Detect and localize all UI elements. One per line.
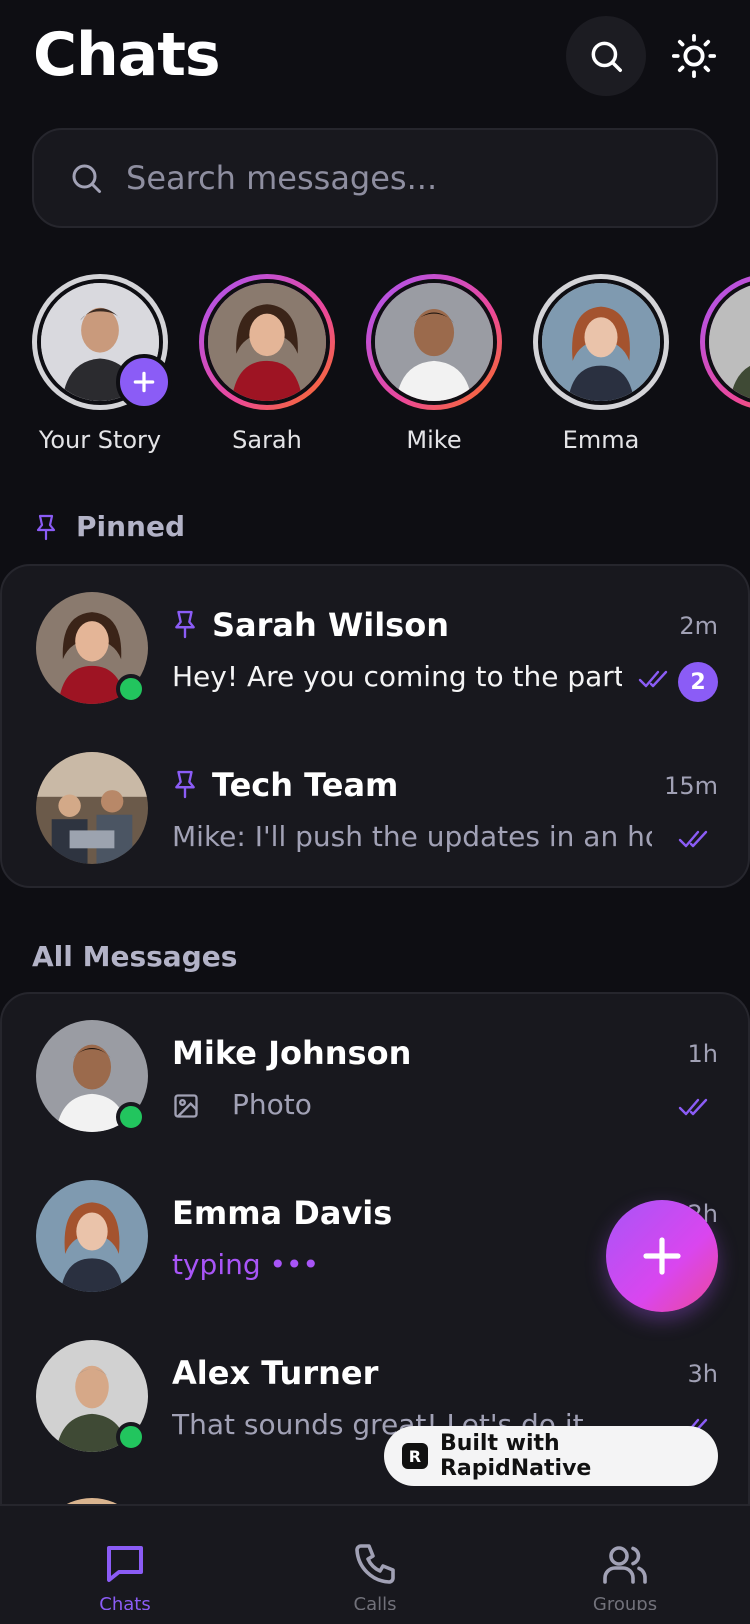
tab-label: Calls	[353, 1594, 397, 1610]
all-messages-section-header: All Messages	[32, 940, 238, 973]
plus-icon	[643, 1237, 681, 1275]
phone-icon	[355, 1544, 395, 1584]
story-your-story[interactable]: Your Story	[30, 274, 172, 454]
read-receipt-icon	[678, 1098, 708, 1116]
online-indicator	[116, 1422, 146, 1452]
header: Chats	[0, 0, 750, 120]
story-ring	[199, 274, 335, 410]
tab-chats[interactable]: Chats	[0, 1506, 250, 1624]
chat-time: 2m	[679, 612, 718, 640]
avatar-image	[208, 283, 326, 401]
story-partial[interactable]: A	[698, 274, 750, 454]
users-icon	[603, 1546, 647, 1584]
read-receipt-icon	[638, 670, 668, 688]
page-title: Chats	[33, 20, 221, 90]
online-indicator	[116, 674, 146, 704]
avatar-image	[36, 1180, 148, 1292]
avatar	[705, 279, 750, 405]
story-ring	[700, 274, 750, 410]
avatar	[204, 279, 330, 405]
story-ring	[533, 274, 669, 410]
story-ring	[32, 274, 172, 410]
new-chat-button[interactable]	[606, 1200, 718, 1312]
avatar	[538, 279, 664, 405]
chat-time: 3h	[687, 1360, 718, 1388]
search-icon	[72, 164, 101, 193]
theme-toggle-button[interactable]	[668, 30, 720, 82]
story-name: Mike	[406, 426, 462, 454]
chat-time: 1h	[687, 1040, 718, 1068]
typing-indicator: typing •••	[172, 1248, 320, 1281]
story-sarah[interactable]: Sarah	[197, 274, 337, 454]
chat-time: 15m	[664, 772, 718, 800]
story-name: A	[698, 426, 750, 454]
chat-row-sarah-wilson[interactable]: Sarah Wilson 2m Hey! Are you coming to t…	[2, 566, 750, 726]
avatar-image	[542, 283, 660, 401]
avatar	[36, 752, 148, 864]
plus-icon	[133, 371, 155, 393]
chat-name: Alex Turner	[172, 1354, 379, 1392]
chat-name: Sarah Wilson	[212, 606, 449, 644]
pinned-section-header: Pinned	[34, 510, 185, 543]
chat-row-mike-johnson[interactable]: Mike Johnson 1h Photo	[2, 994, 750, 1154]
online-indicator	[116, 1102, 146, 1132]
story-name: Emma	[562, 426, 640, 454]
chat-name: Emma Davis	[172, 1194, 393, 1232]
built-with-badge[interactable]: R Built with RapidNative	[384, 1426, 718, 1486]
search-placeholder: Search messages...	[126, 159, 438, 197]
chat-bubble-icon	[107, 1546, 143, 1582]
tab-label: Chats	[99, 1594, 151, 1610]
image-icon	[174, 1094, 198, 1118]
read-receipt-icon	[678, 830, 708, 848]
sun-icon	[671, 33, 717, 79]
pin-icon	[175, 770, 195, 799]
avatar	[371, 279, 497, 405]
pin-icon	[36, 514, 56, 540]
chat-name: Tech Team	[212, 766, 399, 804]
search-button[interactable]	[566, 16, 646, 96]
add-story-button[interactable]	[116, 354, 172, 410]
story-name: Sarah	[232, 426, 302, 454]
chat-name: Mike Johnson	[172, 1034, 412, 1072]
rapidnative-logo: R	[402, 1443, 428, 1469]
search-input[interactable]: Search messages...	[32, 128, 718, 228]
bottom-tab-bar: Chats Calls Groups	[0, 1504, 750, 1624]
story-mike[interactable]: Mike	[364, 274, 504, 454]
story-emma[interactable]: Emma	[531, 274, 671, 454]
pin-icon	[175, 610, 195, 639]
avatar-image	[709, 283, 750, 401]
story-ring	[366, 274, 502, 410]
built-with-text: Built with RapidNative	[439, 1431, 592, 1481]
tab-calls[interactable]: Calls	[250, 1506, 500, 1624]
chat-preview: Photo	[232, 1088, 312, 1121]
section-title: Pinned	[76, 510, 186, 543]
avatar-image	[36, 752, 148, 864]
chat-row-tech-team[interactable]: Tech Team 15m Mike: I'll push the update…	[2, 726, 750, 886]
avatar-image	[375, 283, 493, 401]
chat-preview: Mike: I'll push the updates in an hour	[172, 820, 652, 853]
pinned-chats-card: Sarah Wilson 2m Hey! Are you coming to t…	[0, 564, 750, 888]
tab-groups[interactable]: Groups	[500, 1506, 750, 1624]
unread-count-badge: 2	[678, 662, 718, 702]
chat-preview: Hey! Are you coming to the party...	[172, 660, 622, 693]
avatar	[36, 1180, 148, 1292]
search-icon	[591, 41, 622, 72]
story-name: Your Story	[38, 426, 162, 454]
stories-row: Your Story Sarah Mike Emma	[0, 274, 750, 464]
tab-label: Groups	[592, 1594, 658, 1610]
